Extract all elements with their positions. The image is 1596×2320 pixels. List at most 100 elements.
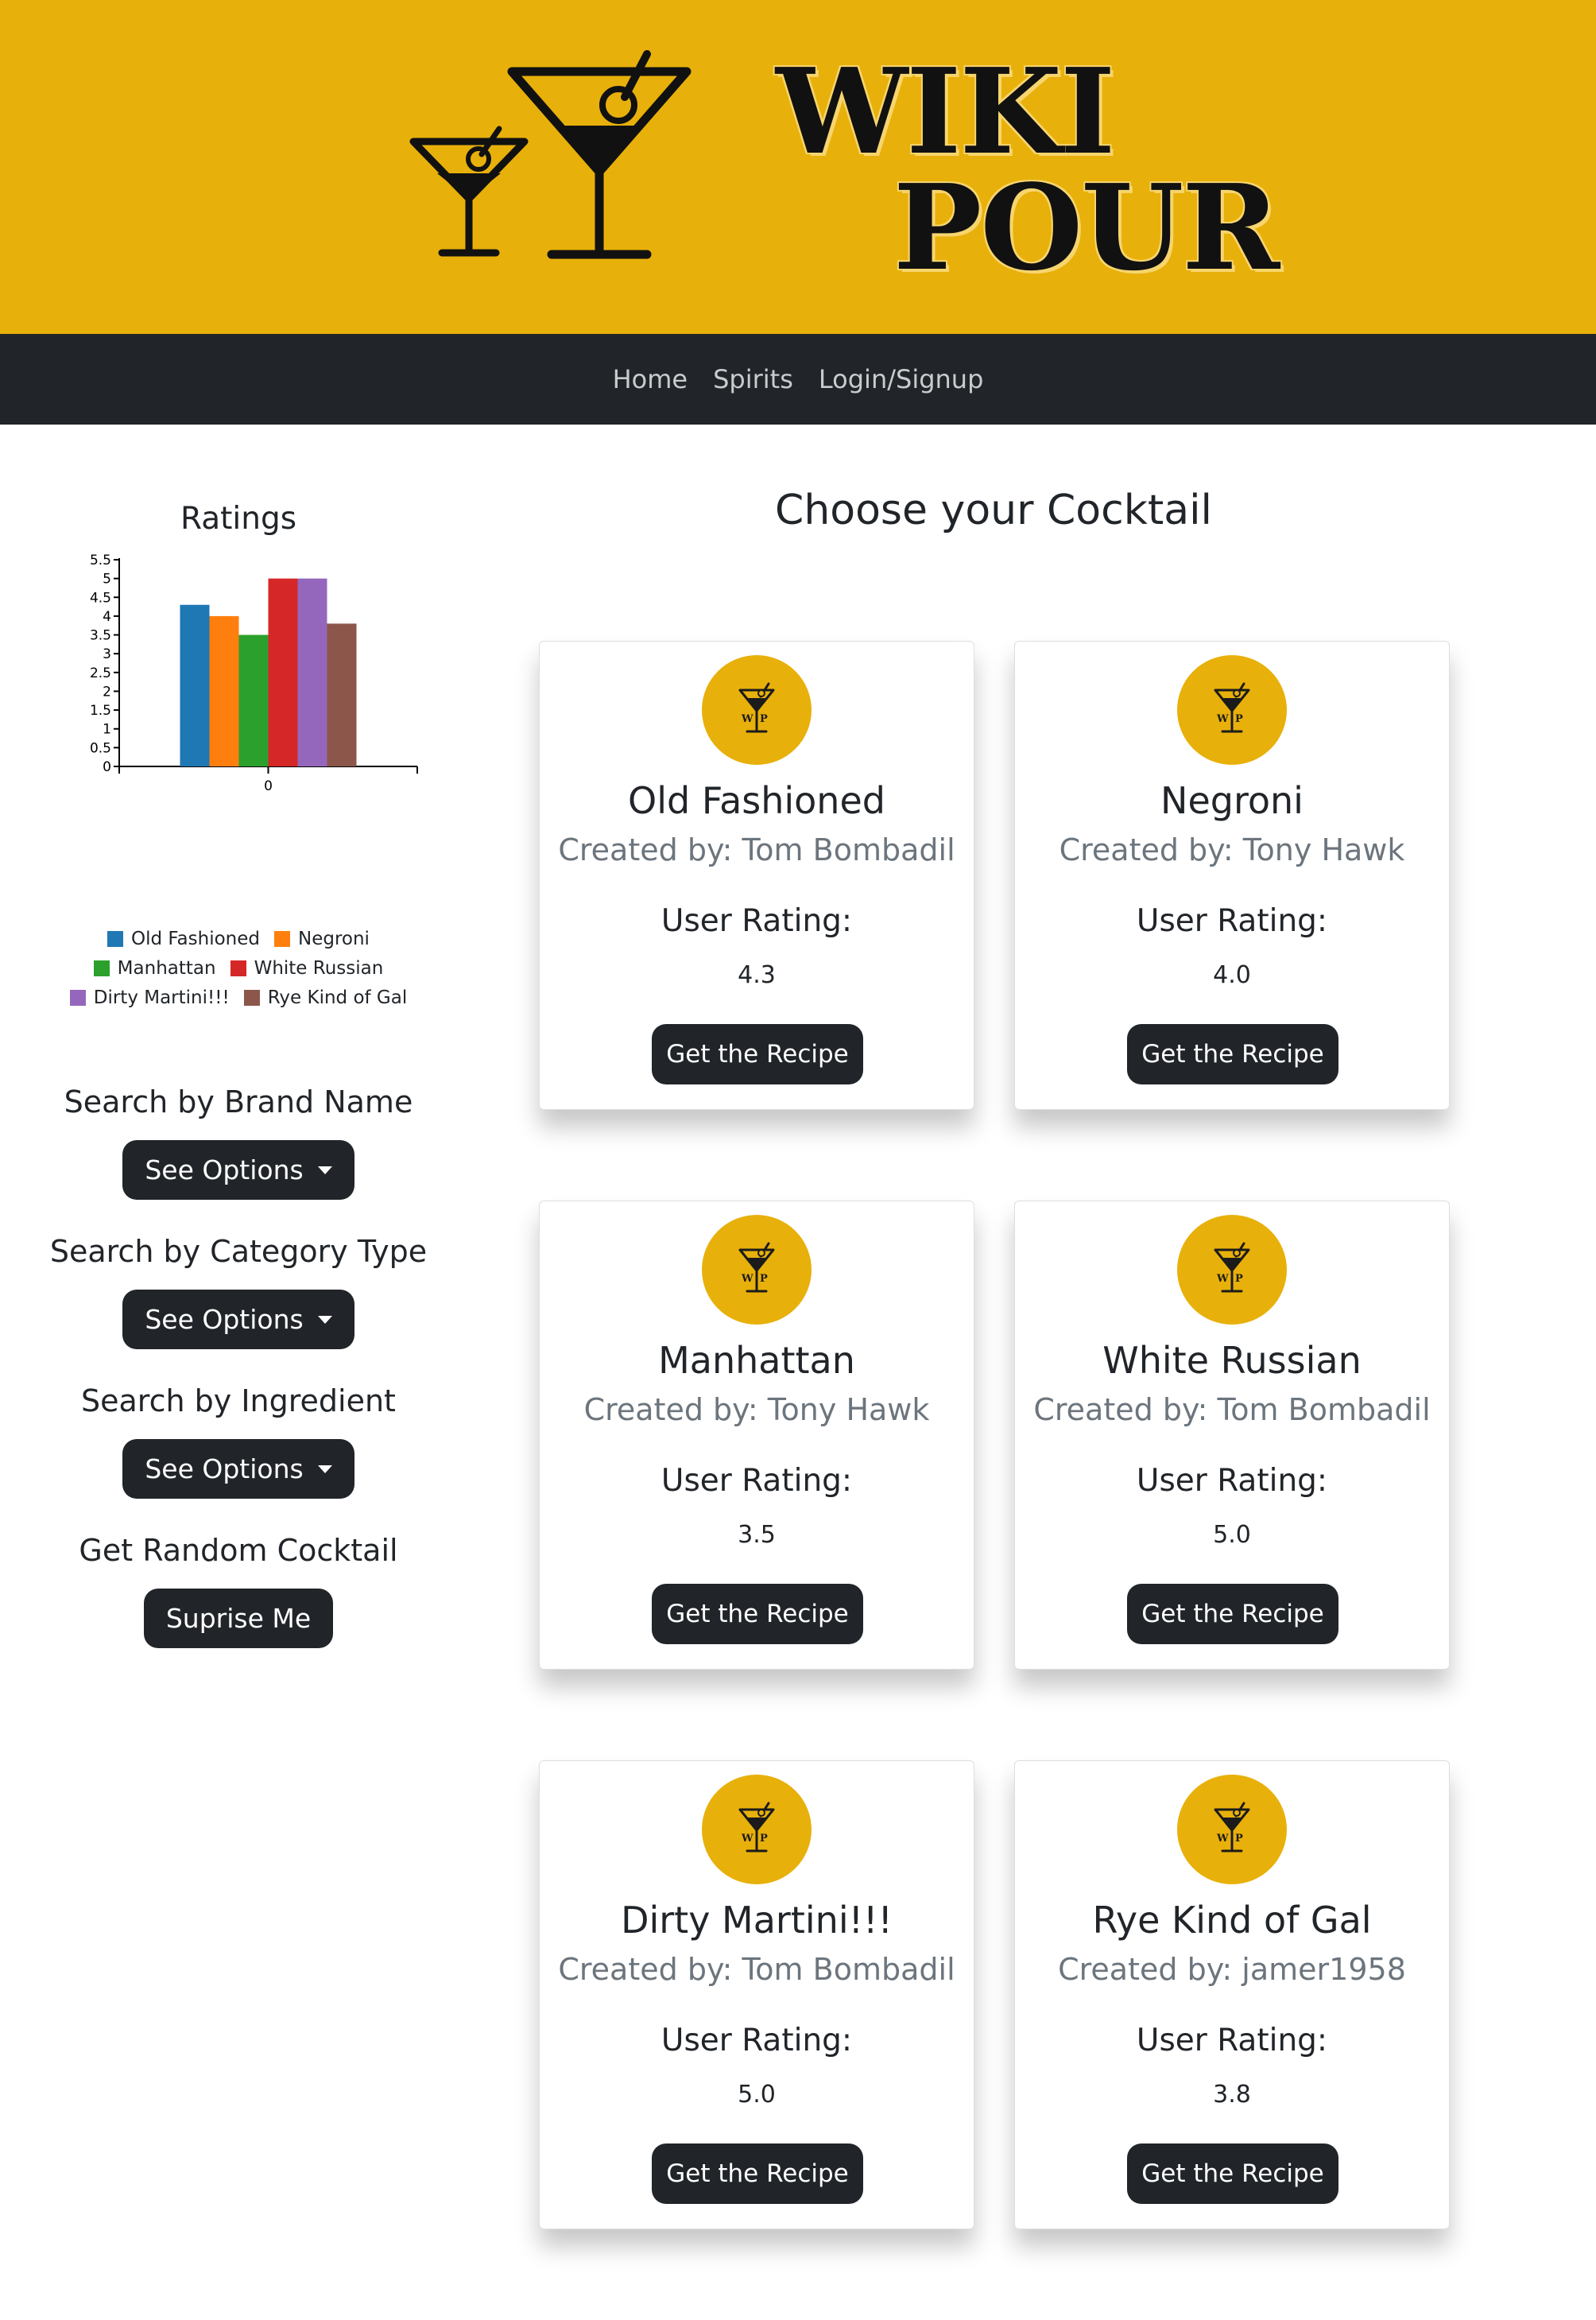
cocktail-card: WP Manhattan Created by: Tony Hawk User … bbox=[539, 1201, 974, 1670]
legend-label: Rye Kind of Gal bbox=[267, 987, 408, 1008]
search-category-label: Search by Category Type bbox=[49, 1234, 428, 1269]
martini-glasses-icon bbox=[409, 50, 691, 259]
svg-text:P: P bbox=[1235, 1273, 1243, 1285]
rating-label: User Rating: bbox=[660, 1463, 853, 1499]
cocktail-name: White Russian bbox=[1102, 1339, 1362, 1382]
y-tick-label: 5.5 bbox=[90, 553, 111, 568]
legend-label: Negroni bbox=[298, 928, 370, 949]
svg-text:P: P bbox=[1235, 1833, 1243, 1845]
nav-spirits-link[interactable]: Spirits bbox=[713, 364, 793, 394]
cocktail-name: Negroni bbox=[1160, 779, 1304, 822]
cocktail-name: Old Fashioned bbox=[628, 779, 885, 822]
header-banner: WIKI POUR bbox=[0, 0, 1596, 334]
nav-home-link[interactable]: Home bbox=[613, 364, 688, 394]
svg-text:W: W bbox=[741, 1833, 753, 1845]
legend-label: Old Fashioned bbox=[131, 928, 260, 949]
rating-value: 5.0 bbox=[738, 2081, 776, 2109]
search-ingredient-section: Search by Ingredient See Options bbox=[0, 1380, 477, 1499]
legend-swatch-rye-kind-of-gal bbox=[243, 989, 260, 1006]
y-tick-label: 0.5 bbox=[90, 740, 111, 756]
wiki-pour-martini-icon: WP bbox=[702, 1215, 812, 1325]
svg-text:P: P bbox=[760, 713, 768, 725]
legend-item: Dirty Martini!!! bbox=[69, 987, 230, 1008]
y-tick-label: 1.5 bbox=[90, 703, 111, 719]
get-recipe-button[interactable]: Get the Recipe bbox=[1127, 2143, 1338, 2204]
cocktail-name: Rye Kind of Gal bbox=[1092, 1899, 1372, 1942]
legend-label: White Russian bbox=[254, 957, 384, 979]
rating-value: 4.3 bbox=[738, 961, 776, 989]
svg-text:W: W bbox=[1216, 1833, 1229, 1845]
y-tick-label: 3 bbox=[103, 646, 111, 662]
legend-swatch-dirty-martini bbox=[69, 989, 86, 1006]
wiki-pour-martini-icon: WP bbox=[702, 1775, 812, 1884]
caret-down-icon bbox=[317, 1465, 332, 1473]
dropdown-label: See Options bbox=[145, 1453, 304, 1484]
chart-bar-dirty-martini bbox=[297, 578, 327, 766]
svg-text:P: P bbox=[760, 1833, 768, 1845]
cocktail-creator: Created by: Tony Hawk bbox=[583, 1392, 930, 1427]
cocktail-card: WP Negroni Created by: Tony Hawk User Ra… bbox=[1014, 641, 1450, 1110]
ingredient-options-dropdown[interactable]: See Options bbox=[122, 1439, 354, 1499]
wiki-pour-martini-icon: WP bbox=[1177, 655, 1287, 765]
surprise-me-button[interactable]: Suprise Me bbox=[143, 1589, 334, 1648]
category-options-dropdown[interactable]: See Options bbox=[122, 1290, 354, 1349]
legend-swatch-negroni bbox=[274, 930, 290, 947]
x-tick-label: 0 bbox=[264, 778, 273, 790]
cocktail-card: WP White Russian Created by: Tom Bombadi… bbox=[1014, 1201, 1450, 1670]
svg-text:P: P bbox=[1235, 713, 1243, 725]
caret-down-icon bbox=[317, 1315, 332, 1324]
brand-options-dropdown[interactable]: See Options bbox=[122, 1140, 354, 1200]
search-brand-label: Search by Brand Name bbox=[64, 1084, 413, 1119]
svg-text:W: W bbox=[1216, 713, 1229, 725]
rating-value: 4.0 bbox=[1213, 961, 1251, 989]
chart-bar-white-russian bbox=[268, 578, 298, 766]
cocktail-card-grid: WP Old Fashioned Created by: Tom Bombadi… bbox=[539, 641, 1453, 2229]
legend-swatch-old-fashioned bbox=[107, 930, 124, 947]
page-title: Choose your Cocktail bbox=[775, 487, 1212, 534]
legend-item: Negroni bbox=[274, 929, 370, 949]
legend-swatch-manhattan bbox=[93, 960, 110, 976]
rating-value: 5.0 bbox=[1213, 1521, 1251, 1549]
svg-text:W: W bbox=[1216, 1273, 1229, 1285]
get-recipe-button[interactable]: Get the Recipe bbox=[652, 1024, 863, 1084]
rating-value: 3.5 bbox=[738, 1521, 776, 1549]
legend-label: Dirty Martini!!! bbox=[93, 987, 230, 1008]
y-tick-label: 5 bbox=[103, 572, 111, 588]
cocktail-creator: Created by: Tom Bombadil bbox=[1033, 1392, 1431, 1427]
chart-bar-rye-kind-of-gal bbox=[327, 623, 357, 766]
rating-label: User Rating: bbox=[660, 903, 853, 939]
y-tick-label: 4.5 bbox=[90, 590, 111, 606]
get-recipe-button[interactable]: Get the Recipe bbox=[1127, 1584, 1338, 1644]
legend-item: Rye Kind of Gal bbox=[243, 987, 408, 1008]
rating-label: User Rating: bbox=[660, 2023, 853, 2058]
chart-legend: Old Fashioned Negroni Manhattan White Ru… bbox=[0, 924, 477, 1012]
button-label: Suprise Me bbox=[165, 1603, 312, 1634]
y-tick-label: 3.5 bbox=[90, 628, 111, 644]
cocktail-name: Manhattan bbox=[658, 1339, 855, 1382]
search-category-section: Search by Category Type See Options bbox=[0, 1231, 477, 1349]
chart-bar-negroni bbox=[209, 615, 239, 766]
svg-text:P: P bbox=[760, 1273, 768, 1285]
rating-value: 3.8 bbox=[1213, 2081, 1251, 2109]
get-recipe-button[interactable]: Get the Recipe bbox=[1127, 1024, 1338, 1084]
wiki-pour-martini-icon: WP bbox=[1177, 1775, 1287, 1884]
dropdown-label: See Options bbox=[145, 1154, 304, 1185]
chart-title: Ratings bbox=[180, 501, 297, 537]
y-tick-label: 2 bbox=[103, 684, 111, 700]
cocktail-creator: Created by: Tony Hawk bbox=[1059, 832, 1405, 867]
logo-pour-text: POUR bbox=[893, 158, 1280, 297]
cocktail-creator: Created by: jamer1958 bbox=[1058, 1952, 1406, 1987]
rating-label: User Rating: bbox=[1136, 1463, 1328, 1499]
wiki-pour-martini-icon: WP bbox=[702, 655, 812, 765]
chart-bar-old-fashioned bbox=[180, 604, 210, 766]
cocktail-card: WP Dirty Martini!!! Created by: Tom Bomb… bbox=[539, 1760, 974, 2229]
nav-login-signup-link[interactable]: Login/Signup bbox=[819, 364, 984, 394]
get-recipe-button[interactable]: Get the Recipe bbox=[652, 1584, 863, 1644]
y-tick-label: 2.5 bbox=[90, 665, 111, 681]
cocktail-name: Dirty Martini!!! bbox=[621, 1899, 893, 1942]
random-cocktail-label: Get Random Cocktail bbox=[79, 1533, 398, 1568]
legend-swatch-white-russian bbox=[230, 960, 246, 976]
get-recipe-button[interactable]: Get the Recipe bbox=[652, 2143, 863, 2204]
y-tick-label: 4 bbox=[103, 609, 111, 625]
caret-down-icon bbox=[317, 1166, 332, 1174]
